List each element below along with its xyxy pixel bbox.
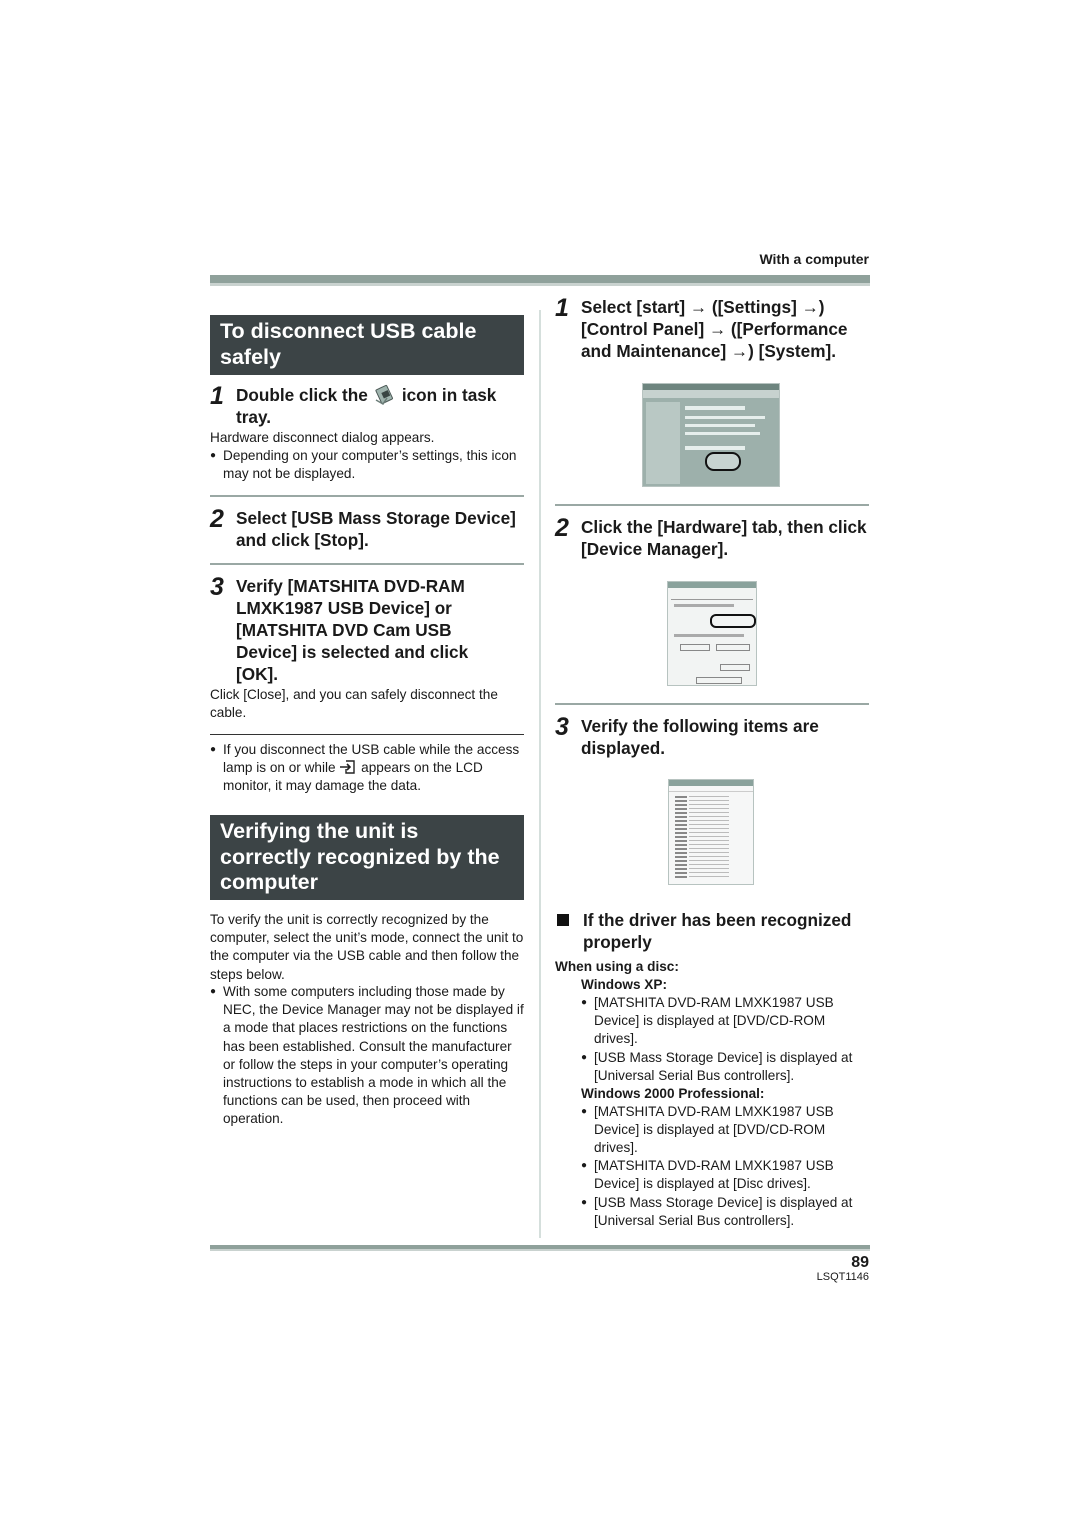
- card-access-icon: [339, 760, 357, 774]
- divider: [210, 734, 524, 735]
- device-manager-highlight: [710, 614, 756, 628]
- xp-item: ● [MATSHITA DVD-RAM LMXK1987 USB Device]…: [581, 994, 869, 1049]
- verify-step-2: 2 Click the [Hardware] tab, then click […: [555, 516, 869, 560]
- device-manager-screenshot: [668, 779, 754, 885]
- page-number: 89: [851, 1254, 869, 1271]
- w2k-item: ● [MATSHITA DVD-RAM LMXK1987 USB Device]…: [581, 1103, 869, 1158]
- disconnect-step-2: 2 Select [USB Mass Storage Device] and c…: [210, 507, 524, 551]
- system-properties-screenshot: [667, 581, 757, 686]
- step-1-note: ● Depending on your computer’s settings,…: [210, 447, 524, 483]
- verify-step-3: 3 Verify the following items are display…: [555, 715, 869, 759]
- control-panel-screenshot: [642, 383, 780, 487]
- bullet-icon: ●: [581, 1106, 588, 1117]
- divider: [555, 504, 869, 506]
- square-bullet-icon: [557, 914, 569, 926]
- divider: [555, 703, 869, 705]
- divider: [210, 495, 524, 497]
- step-text: Verify [MATSHITA DVD-RAM LMXK1987 USB De…: [236, 576, 469, 684]
- bullet-icon: ●: [581, 1197, 588, 1208]
- column-divider: [539, 310, 541, 1238]
- bullet-icon: ●: [210, 744, 217, 755]
- verify-step-1: 1 Select [start] → ([Settings] →) [Contr…: [555, 296, 869, 362]
- document-code: LSQT1146: [816, 1271, 869, 1283]
- step-number: 2: [555, 514, 569, 542]
- safely-remove-hardware-icon: [374, 384, 396, 406]
- bottom-rule: [210, 1245, 870, 1251]
- step-text: Verify the following items are displayed…: [581, 716, 819, 758]
- section-label: With a computer: [759, 251, 869, 267]
- step-number: 2: [210, 505, 224, 533]
- bullet-icon: ●: [581, 997, 588, 1008]
- verify-heading-text: Verifying the unit is correctly recogniz…: [220, 819, 500, 894]
- bullet-icon: ●: [581, 1160, 588, 1171]
- w2k-item: ● [USB Mass Storage Device] is displayed…: [581, 1194, 869, 1230]
- step-number: 1: [555, 294, 569, 322]
- recognized-heading: If the driver has been recognized proper…: [555, 909, 869, 953]
- step-1-body: Hardware disconnect dialog appears.: [210, 430, 435, 445]
- step-text: Select [start] → ([Settings] →) [Control…: [581, 297, 848, 361]
- step-number: 3: [210, 573, 224, 601]
- step-number: 1: [210, 382, 224, 410]
- w2k-item: ● [MATSHITA DVD-RAM LMXK1987 USB Device]…: [581, 1157, 869, 1193]
- verify-heading: Verifying the unit is correctly recogniz…: [210, 815, 524, 900]
- disconnect-step-1: 1 Double click the icon in task tray.: [210, 384, 524, 428]
- bullet-icon: ●: [581, 1052, 588, 1063]
- disconnect-warning: ● If you disconnect the USB cable while …: [210, 741, 524, 796]
- disc-label: When using a disc:: [555, 959, 679, 974]
- divider: [210, 563, 524, 565]
- step-text: Click the [Hardware] tab, then click [De…: [581, 517, 867, 559]
- os-label-2000: Windows 2000 Professional:: [581, 1086, 765, 1101]
- top-rule: [210, 275, 870, 286]
- xp-item: ● [USB Mass Storage Device] is displayed…: [581, 1049, 869, 1085]
- bullet-icon: ●: [210, 450, 217, 461]
- system-highlight-circle: [705, 452, 741, 471]
- verify-note: ● With some computers including those ma…: [210, 983, 524, 1129]
- step-3-body: Click [Close], and you can safely discon…: [210, 687, 498, 721]
- step-text: Select [USB Mass Storage Device] and cli…: [236, 508, 516, 550]
- step-number: 3: [555, 713, 569, 741]
- step-text: Double click the icon in task tray.: [236, 384, 497, 427]
- disconnect-heading: To disconnect USB cable safely: [210, 315, 524, 375]
- disconnect-heading-text: To disconnect USB cable safely: [220, 319, 477, 369]
- disconnect-step-3: 3 Verify [MATSHITA DVD-RAM LMXK1987 USB …: [210, 575, 524, 685]
- os-label-xp: Windows XP:: [581, 977, 667, 992]
- verify-body: To verify the unit is correctly recogniz…: [210, 912, 524, 982]
- bullet-icon: ●: [210, 986, 217, 997]
